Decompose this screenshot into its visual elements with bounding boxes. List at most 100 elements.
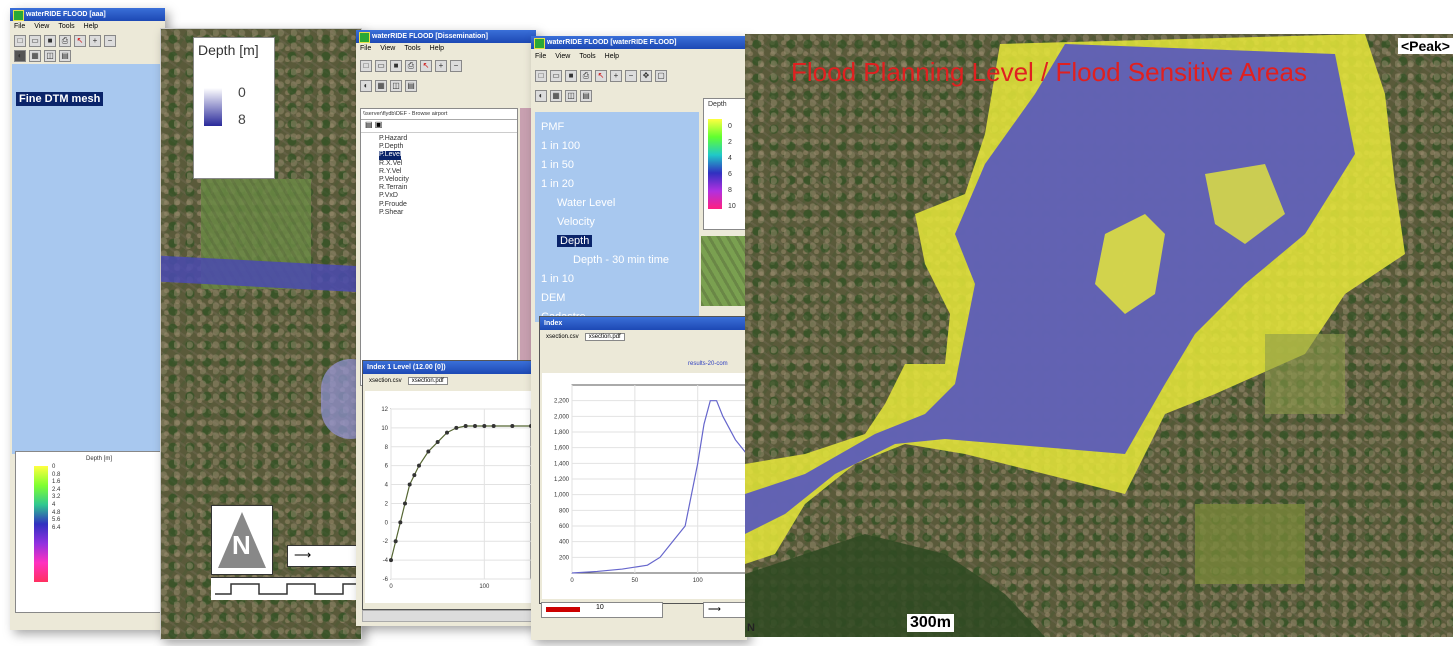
tree-item[interactable]: P.Shear	[379, 209, 517, 217]
collapse-icon[interactable]: ▤	[365, 120, 373, 129]
menu-help[interactable]: Help	[605, 53, 619, 60]
menu-view[interactable]: View	[380, 45, 395, 52]
speed-fill	[546, 607, 580, 612]
table-icon[interactable]: ▤	[580, 90, 592, 102]
tree-item[interactable]: R.X.Vel	[379, 160, 517, 168]
menu-file[interactable]: File	[535, 53, 546, 60]
scenario-item[interactable]: 1 in 100	[541, 137, 669, 156]
save-icon[interactable]: ■	[565, 70, 577, 82]
app-icon	[534, 38, 545, 49]
scenario-item[interactable]: DEM	[541, 289, 669, 308]
tree-item[interactable]: P.Froude	[379, 201, 517, 209]
scenario-item[interactable]: 1 in 50	[541, 156, 669, 175]
save-icon[interactable]: ■	[390, 60, 402, 72]
tree-item[interactable]: P.Depth	[379, 143, 517, 151]
speed-bar[interactable]: 10	[541, 602, 663, 618]
tab-xsection-pdf[interactable]: xsection.pdf	[407, 377, 448, 385]
open-icon[interactable]: ▭	[550, 70, 562, 82]
x-tick-label: 100	[479, 584, 490, 590]
y-tick-label: 1,000	[554, 493, 570, 499]
result-item[interactable]: Depth - 30 min time	[541, 251, 669, 270]
menu-file[interactable]: File	[360, 45, 371, 52]
map-preview	[701, 236, 747, 306]
menu-help[interactable]: Help	[430, 45, 444, 52]
map-icon[interactable]: ▦	[550, 90, 562, 102]
table-icon[interactable]: ▤	[59, 49, 71, 62]
zoom-out-icon[interactable]: −	[625, 70, 637, 82]
map-icon[interactable]: ▦	[29, 49, 41, 62]
scenario-item[interactable]: PMF	[541, 118, 669, 137]
table-icon[interactable]: ▤	[405, 80, 417, 92]
playback-arrow[interactable]: ⟶	[703, 602, 747, 618]
print-icon[interactable]: ⎙	[580, 70, 592, 82]
pan-icon[interactable]: ✥	[640, 70, 652, 82]
window-title-bar[interactable]: waterRIDE FLOOD [Dissemination]	[356, 30, 536, 43]
zoom-out-icon[interactable]: −	[450, 60, 462, 72]
zoom-in-icon[interactable]: +	[610, 70, 622, 82]
layers-icon[interactable]: ◐	[14, 49, 26, 62]
flood-map[interactable]: Flood Planning Level / Flood Sensitive A…	[745, 34, 1453, 637]
pointer-icon[interactable]: ↖	[420, 60, 432, 72]
path-field[interactable]: \\server\flydb\DEF - Browse airport	[361, 109, 517, 120]
tree-item-selected[interactable]: P.Level	[379, 151, 402, 160]
scale-bar	[211, 577, 361, 600]
scenario-item[interactable]: 1 in 10	[541, 270, 669, 289]
data-point	[435, 440, 440, 445]
zoom-out-icon[interactable]: −	[104, 34, 116, 47]
chart-icon[interactable]: ◫	[390, 80, 402, 92]
result-item[interactable]: Velocity	[541, 213, 669, 232]
tree-item[interactable]: P.Velocity	[379, 176, 517, 184]
chart-icon[interactable]: ◫	[44, 49, 56, 62]
tree-item[interactable]: R.Terrain	[379, 184, 517, 192]
new-icon[interactable]: □	[360, 60, 372, 72]
tab-xsection-csv[interactable]: xsection.csv	[369, 378, 402, 384]
print-icon[interactable]: ⎙	[405, 60, 417, 72]
print-icon[interactable]: ⎙	[59, 34, 71, 47]
data-point	[445, 430, 449, 435]
result-item-selected[interactable]: Depth	[541, 232, 669, 251]
zoom-in-icon[interactable]: +	[435, 60, 447, 72]
chart-title-bar[interactable]: Index 1 Level (12.00 [0])	[363, 361, 536, 374]
menu-tools[interactable]: Tools	[404, 45, 420, 52]
tree-item[interactable]: P.Hazard	[379, 135, 517, 143]
zoom-in-icon[interactable]: +	[89, 34, 101, 47]
scale-bar-icon	[215, 583, 361, 595]
pointer-icon[interactable]: ↖	[74, 34, 86, 47]
menu-file[interactable]: File	[14, 23, 25, 30]
legend-values: 0 0.8 1.6 2.4 3.2 4 4.8 5.6 6.4	[52, 464, 60, 532]
folder-icon[interactable]: ▣	[375, 120, 383, 129]
chart-area: 2,200 2,000 1,800 1,600 1,400 1,200 1,000 800 60…	[542, 373, 747, 599]
chart-window: Index 1 Level (12.00 [0]) xsection.csv xs…	[362, 360, 536, 610]
chart-title-bar[interactable]: Index	[540, 317, 747, 330]
legend-value: 6	[728, 171, 732, 178]
new-icon[interactable]: □	[14, 34, 26, 47]
layer-item-fine-dtm[interactable]: Fine DTM mesh	[16, 92, 104, 106]
layers-icon[interactable]: ◐	[535, 90, 547, 102]
new-icon[interactable]: □	[535, 70, 547, 82]
chart-icon[interactable]: ◫	[565, 90, 577, 102]
tab-xsection-pdf[interactable]: xsection.pdf	[584, 333, 625, 341]
menu-tools[interactable]: Tools	[58, 23, 74, 30]
legend-value: 2	[728, 139, 732, 146]
pointer-icon[interactable]: ↖	[595, 70, 607, 82]
menu-view[interactable]: View	[34, 23, 49, 30]
result-label: results-20-com	[688, 361, 728, 367]
menu-view[interactable]: View	[555, 53, 570, 60]
map-icon[interactable]: ▦	[375, 80, 387, 92]
open-icon[interactable]: ▭	[29, 34, 41, 47]
open-icon[interactable]: ▭	[375, 60, 387, 72]
extent-icon[interactable]: ▢	[655, 70, 667, 82]
menu-tools[interactable]: Tools	[579, 53, 595, 60]
layers-icon[interactable]: ◐	[360, 80, 372, 92]
data-point	[510, 424, 515, 428]
horizontal-scrollbar[interactable]	[362, 610, 536, 622]
scenario-item[interactable]: 1 in 20	[541, 175, 669, 194]
result-item[interactable]: Water Level	[541, 194, 669, 213]
menu-help[interactable]: Help	[84, 23, 98, 30]
window-title-bar[interactable]: waterRIDE FLOOD [waterRIDE FLOOD]	[531, 36, 747, 49]
save-icon[interactable]: ■	[44, 34, 56, 47]
tab-xsection-csv[interactable]: xsection.csv	[546, 334, 579, 340]
tree-item[interactable]: P.VxD	[379, 192, 517, 200]
tree-item[interactable]: R.Y.Vel	[379, 168, 517, 176]
window-title-bar[interactable]: waterRIDE FLOOD [aaa]	[10, 8, 165, 21]
